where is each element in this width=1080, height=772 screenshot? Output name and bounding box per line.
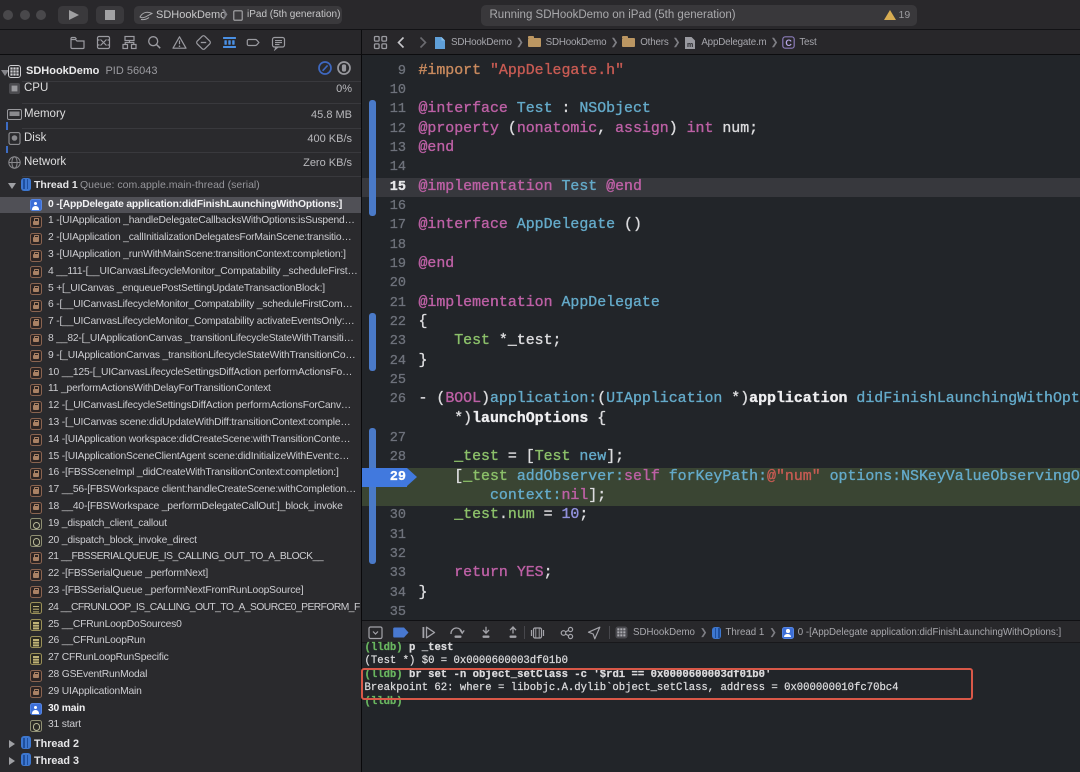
svg-text:m: m [687,42,693,49]
svg-text:C: C [786,38,793,48]
